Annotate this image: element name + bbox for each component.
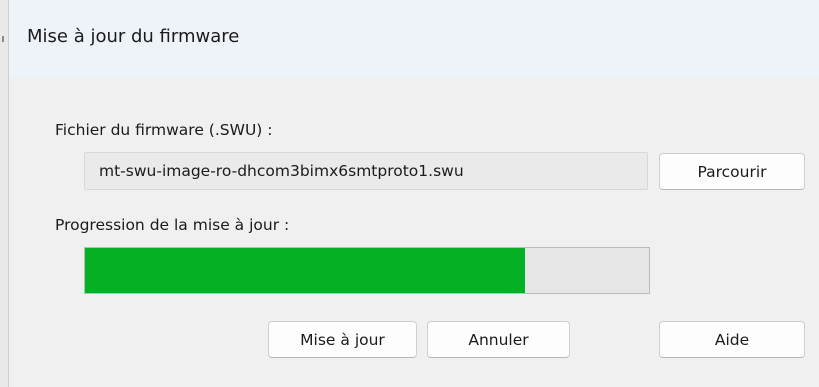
dialog-title-bar[interactable]: Mise à jour du firmware xyxy=(9,0,819,78)
background-window-edge xyxy=(0,0,9,387)
update-progress-fill xyxy=(85,248,525,293)
update-progress-label: Progression de la mise à jour : xyxy=(55,216,290,234)
help-button[interactable]: Aide xyxy=(659,321,805,358)
update-progress-bar xyxy=(84,247,650,294)
dialog-title: Mise à jour du firmware xyxy=(27,26,240,47)
background-window-mark xyxy=(2,36,4,42)
firmware-update-dialog: Mise à jour du firmware Fichier du firmw… xyxy=(9,0,819,387)
firmware-file-label: Fichier du firmware (.SWU) : xyxy=(55,121,273,139)
update-button[interactable]: Mise à jour xyxy=(268,321,417,358)
browse-button[interactable]: Parcourir xyxy=(659,153,805,190)
cancel-button[interactable]: Annuler xyxy=(427,321,570,358)
dialog-content: Fichier du firmware (.SWU) : Parcourir P… xyxy=(9,78,819,387)
firmware-file-field[interactable] xyxy=(84,152,648,190)
